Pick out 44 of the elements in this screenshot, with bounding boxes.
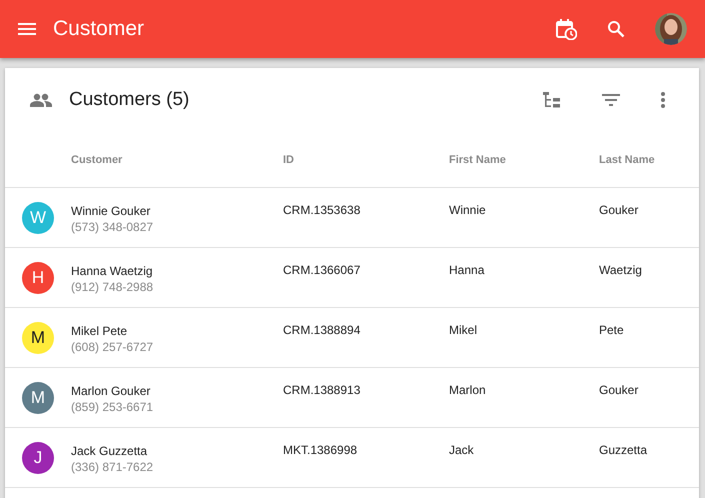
customer-name: Winnie Gouker [71, 203, 152, 219]
table-cell-text: Pete [599, 322, 625, 337]
table-cell-text: CRM.1366067 [283, 262, 362, 277]
phone-number: (608) 257-6727 [71, 339, 154, 355]
customer-name: Mikel Pete [71, 323, 128, 339]
card-title: Customers (5) [69, 89, 190, 111]
more-icon[interactable] [661, 92, 665, 108]
initial-avatar: W [22, 202, 54, 234]
column-header: First Name [449, 154, 507, 166]
table-cell-text: Marlon [449, 382, 487, 397]
initial-avatar: J [22, 442, 54, 474]
table-cell-text: Gouker [599, 382, 640, 397]
app-title: Customer [53, 17, 144, 41]
phone-number: (573) 348-0827 [71, 219, 154, 235]
table-cell-text: Mikel [449, 322, 478, 337]
table-cell-text: CRM.1353638 [283, 202, 362, 217]
profile-avatar[interactable] [655, 13, 687, 45]
column-header: ID [283, 154, 295, 166]
table-cell-text: Hanna [449, 262, 486, 277]
menu-icon[interactable] [18, 23, 36, 35]
column-header: Last Name [599, 154, 656, 166]
customer-name: Marlon Gouker [71, 383, 152, 399]
people-icon [30, 93, 52, 107]
hierarchy-icon[interactable] [543, 92, 561, 108]
phone-number: (912) 748-2988 [71, 279, 154, 295]
initial-avatar: M [22, 322, 54, 354]
table-cell-text: Winnie [449, 202, 487, 217]
phone-number: (336) 871-7622 [71, 459, 154, 475]
table-cell-text: Jack [449, 442, 475, 457]
initial-avatar: H [22, 262, 54, 294]
search-icon[interactable] [607, 20, 625, 38]
column-header: Customer [71, 154, 124, 166]
table-cell-text: MKT.1386998 [283, 442, 358, 457]
customer-name: Hanna Waetzig [71, 263, 154, 279]
table-cell-text: Gouker [599, 202, 640, 217]
calendar-clock-icon[interactable] [555, 18, 577, 40]
customer-name: Jack Guzzetta [71, 443, 148, 459]
table-cell-text: CRM.1388894 [283, 322, 362, 337]
filter-icon[interactable] [602, 94, 620, 106]
table-cell-text: Guzzetta [599, 442, 648, 457]
initial-avatar: M [22, 382, 54, 414]
phone-number: (859) 253-6671 [71, 399, 154, 415]
table-cell-text: CRM.1388913 [283, 382, 362, 397]
table-cell-text: Waetzig [599, 262, 643, 277]
